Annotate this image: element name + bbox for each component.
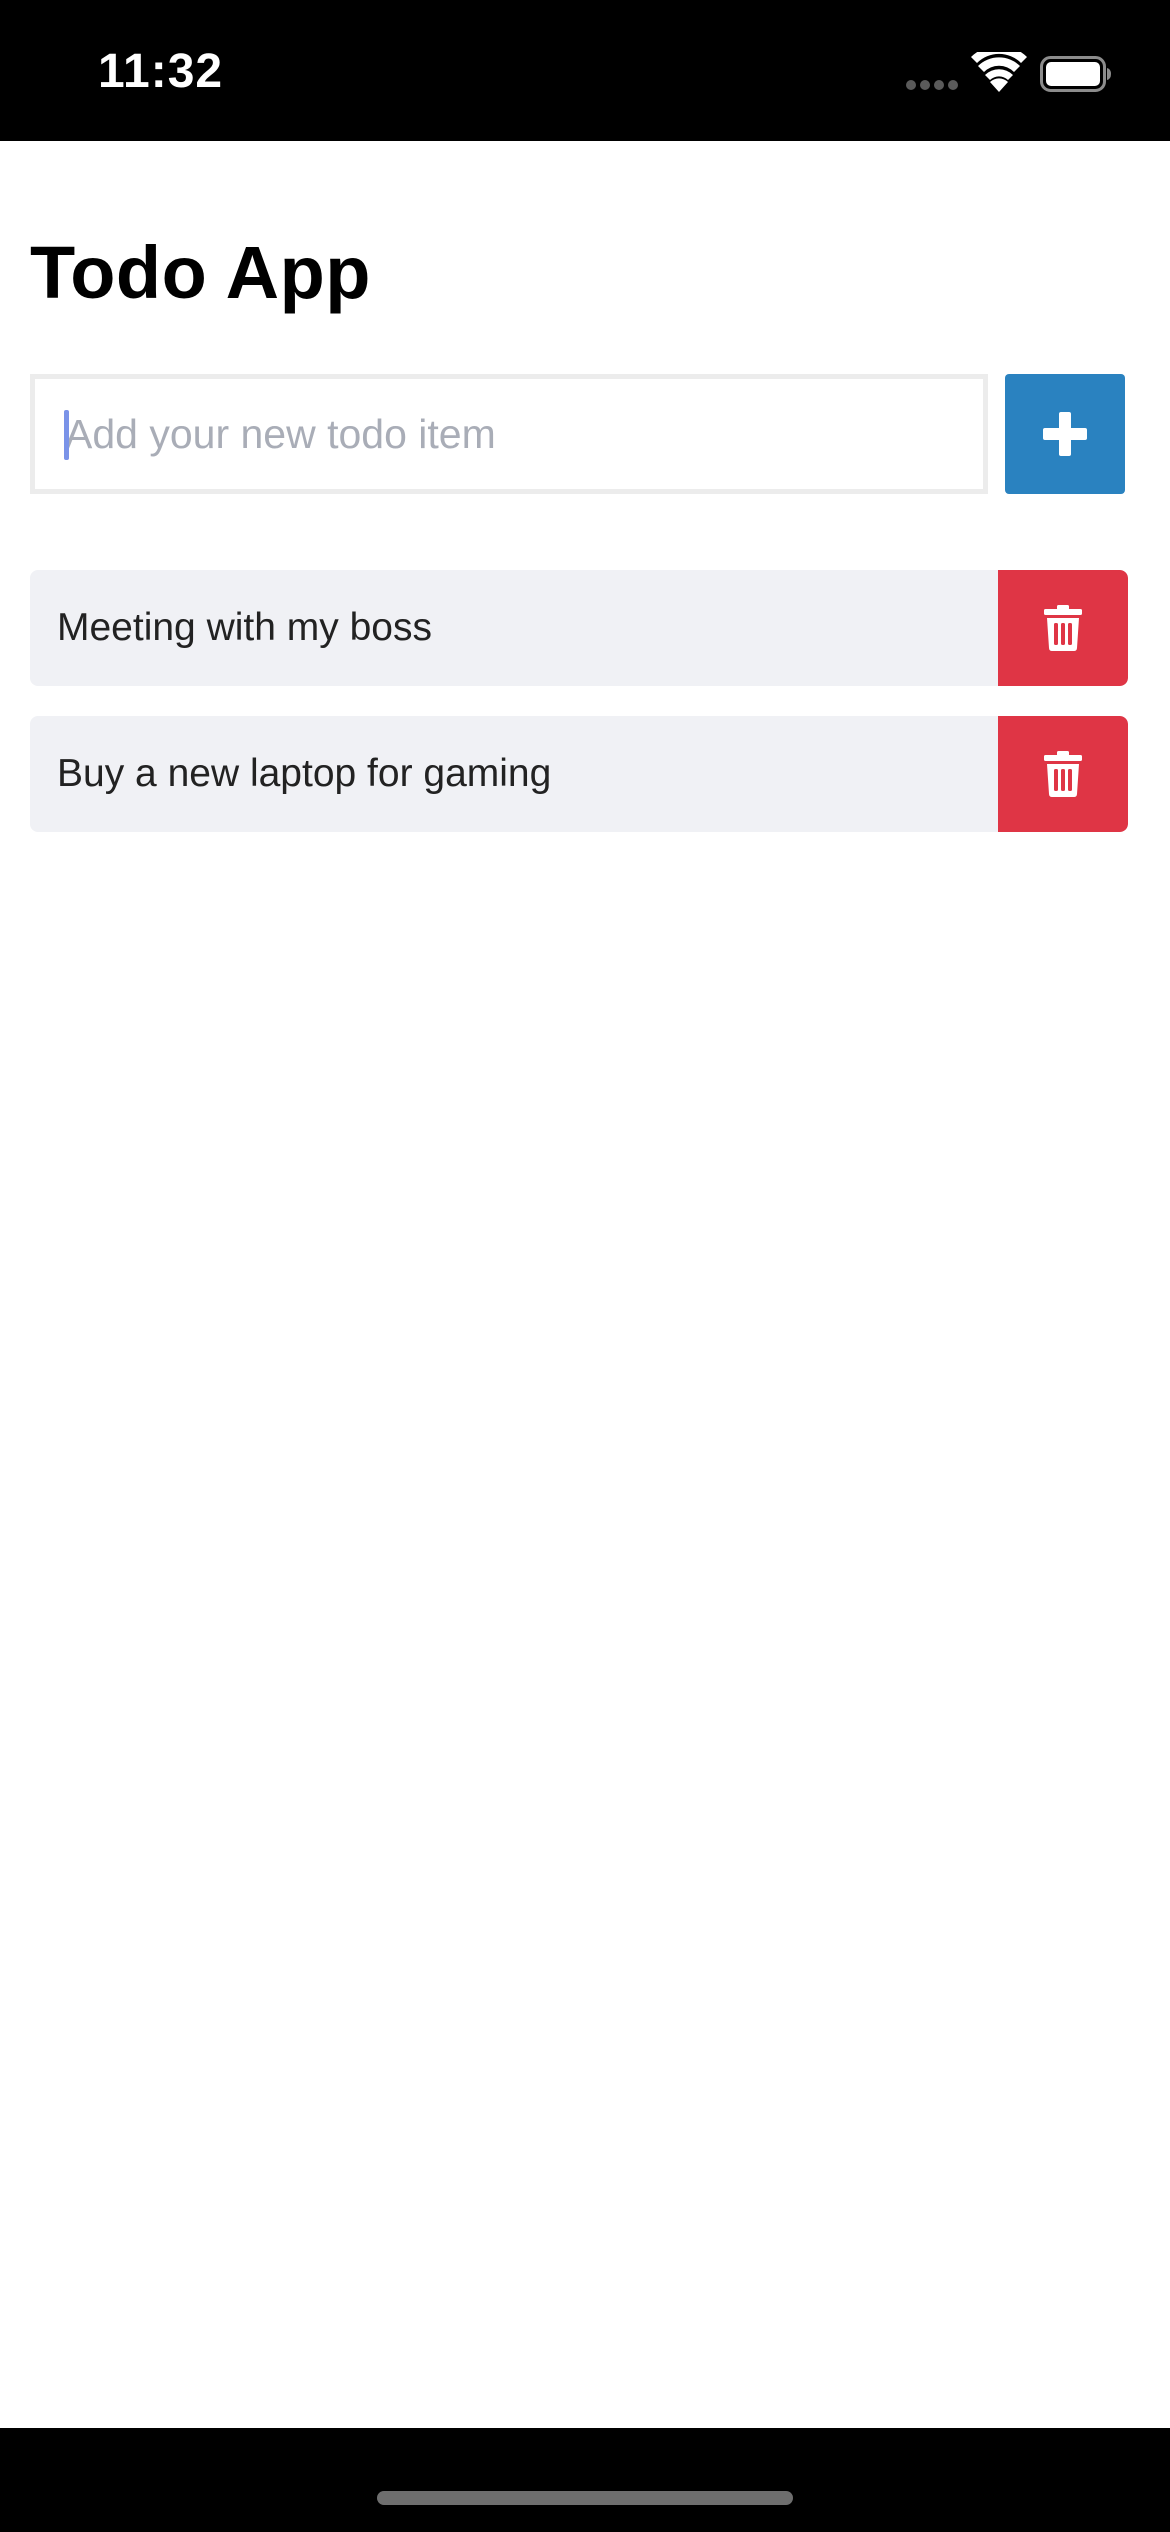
todo-item: Buy a new laptop for gaming xyxy=(30,716,1128,832)
home-indicator[interactable] xyxy=(377,2491,793,2505)
battery-icon xyxy=(1040,56,1111,92)
delete-todo-button[interactable] xyxy=(998,716,1128,832)
todo-item-text: Buy a new laptop for gaming xyxy=(57,752,552,795)
todo-item-text: Meeting with my boss xyxy=(57,606,432,649)
text-cursor xyxy=(64,410,69,460)
new-todo-input[interactable] xyxy=(30,374,988,494)
todo-list: Meeting with my boss Buy a new laptop fo… xyxy=(30,570,1128,862)
status-time: 11:32 xyxy=(98,45,224,98)
wifi-icon xyxy=(971,52,1027,92)
todo-item: Meeting with my boss xyxy=(30,570,1128,686)
page-title: Todo App xyxy=(30,231,371,314)
status-bar: 11:32 xyxy=(0,0,1170,141)
add-todo-button[interactable] xyxy=(1005,374,1125,494)
delete-todo-button[interactable] xyxy=(998,570,1128,686)
trash-icon xyxy=(1044,605,1082,651)
cellular-signal-icon xyxy=(906,80,960,92)
plus-icon xyxy=(1043,412,1087,456)
trash-icon xyxy=(1044,751,1082,797)
bottom-bar xyxy=(0,2428,1170,2532)
